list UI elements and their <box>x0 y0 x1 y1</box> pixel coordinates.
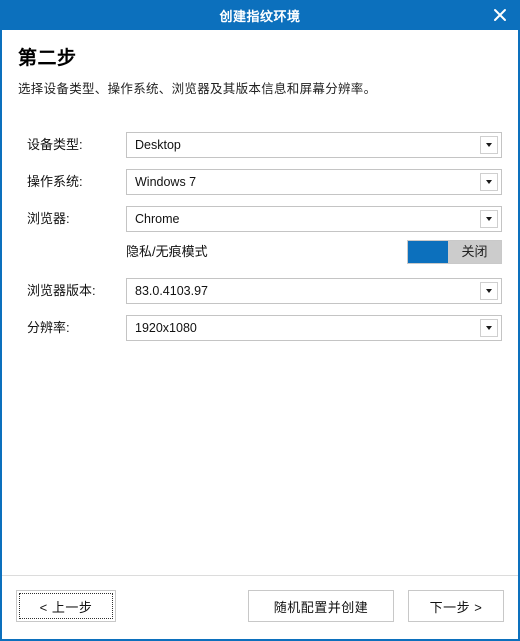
form-row-browser-version: 浏览器版本: 83.0.4103.97 <box>2 278 520 304</box>
close-icon <box>493 8 507 22</box>
device-type-value: Desktop <box>135 138 181 152</box>
incognito-mode-toggle[interactable]: 关闭 <box>407 240 502 264</box>
label-browser: 浏览器: <box>27 211 70 226</box>
device-type-select[interactable]: Desktop <box>126 132 502 158</box>
label-resolution: 分辨率: <box>27 320 70 335</box>
browser-version-select[interactable]: 83.0.4103.97 <box>126 278 502 304</box>
form-row-device-type: 设备类型: Desktop <box>2 132 520 158</box>
chevron-down-icon[interactable] <box>480 282 498 300</box>
chevron-down-icon[interactable] <box>480 210 498 228</box>
browser-version-value: 83.0.4103.97 <box>135 284 208 298</box>
close-button[interactable] <box>480 0 520 30</box>
next-step-label: 下一步 > <box>429 599 483 615</box>
window-title: 创建指纹环境 <box>219 8 301 24</box>
operating-system-select[interactable]: Windows 7 <box>126 169 502 195</box>
previous-step-button[interactable]: < 上一步 <box>16 590 116 622</box>
label-device-type: 设备类型: <box>27 137 83 152</box>
title-bar: 创建指纹环境 <box>0 0 520 30</box>
browser-value: Chrome <box>135 212 180 226</box>
create-fingerprint-dialog: 创建指纹环境 第二步 选择设备类型、操作系统、浏览器及其版本信息和屏幕分辨率。 … <box>0 0 520 641</box>
toggle-state-label: 关闭 <box>461 244 488 259</box>
chevron-down-icon[interactable] <box>480 173 498 191</box>
step-title: 第二步 <box>18 48 77 69</box>
chevron-down-icon[interactable] <box>480 319 498 337</box>
random-configure-create-label: 随机配置并创建 <box>273 599 369 615</box>
form-row-resolution: 分辨率: 1920x1080 <box>2 315 520 341</box>
label-browser-version: 浏览器版本: <box>27 283 96 298</box>
random-configure-create-button[interactable]: 随机配置并创建 <box>248 590 394 622</box>
browser-select[interactable]: Chrome <box>126 206 502 232</box>
label-operating-system: 操作系统: <box>27 174 83 189</box>
operating-system-value: Windows 7 <box>135 175 197 189</box>
previous-step-label: < 上一步 <box>39 599 93 615</box>
label-incognito-mode: 隐私/无痕模式 <box>126 244 208 259</box>
form-row-browser: 浏览器: Chrome <box>2 206 520 232</box>
dialog-body: 第二步 选择设备类型、操作系统、浏览器及其版本信息和屏幕分辨率。 设备类型: D… <box>2 30 518 575</box>
resolution-select[interactable]: 1920x1080 <box>126 315 502 341</box>
dialog-footer: < 上一步 随机配置并创建 下一步 > <box>2 575 518 639</box>
resolution-value: 1920x1080 <box>135 321 197 335</box>
toggle-knob <box>408 241 448 263</box>
form-row-operating-system: 操作系统: Windows 7 <box>2 169 520 195</box>
form-row-incognito-mode: 隐私/无痕模式 关闭 <box>2 240 520 264</box>
next-step-button[interactable]: 下一步 > <box>408 590 504 622</box>
chevron-down-icon[interactable] <box>480 136 498 154</box>
step-description: 选择设备类型、操作系统、浏览器及其版本信息和屏幕分辨率。 <box>18 82 377 96</box>
